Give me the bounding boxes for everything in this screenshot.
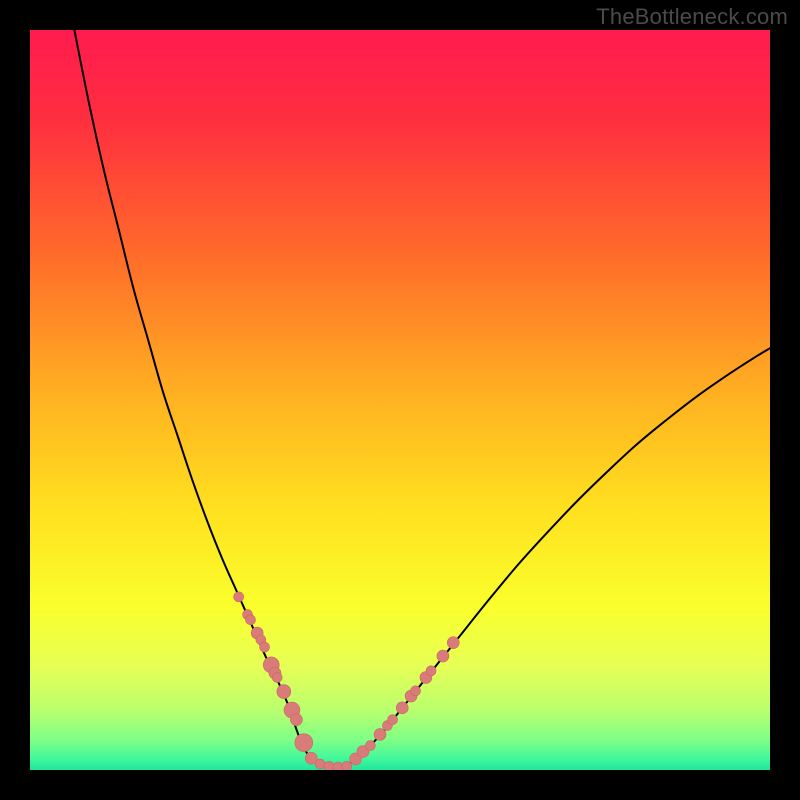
marker-point [234, 592, 244, 602]
marker-point [388, 715, 398, 725]
marker-point [277, 685, 291, 699]
marker-point [342, 761, 352, 770]
marker-point [295, 734, 313, 752]
plot-area [30, 30, 770, 770]
marker-point [260, 642, 270, 652]
marker-point [396, 702, 408, 714]
chart-frame: TheBottleneck.com [0, 0, 800, 800]
marker-point [324, 761, 334, 770]
marker-point [290, 714, 302, 726]
marker-group [234, 592, 460, 770]
marker-point [365, 741, 375, 751]
marker-point [374, 728, 386, 740]
watermark-text: TheBottleneck.com [596, 4, 788, 30]
curve-layer [30, 30, 770, 770]
marker-point [447, 637, 459, 649]
marker-point [315, 759, 325, 769]
marker-point [333, 762, 343, 770]
bottleneck-curve [74, 30, 770, 767]
marker-point [437, 650, 449, 662]
marker-point [426, 666, 436, 676]
marker-point [411, 686, 421, 696]
marker-point [246, 615, 256, 625]
marker-point [272, 673, 282, 683]
